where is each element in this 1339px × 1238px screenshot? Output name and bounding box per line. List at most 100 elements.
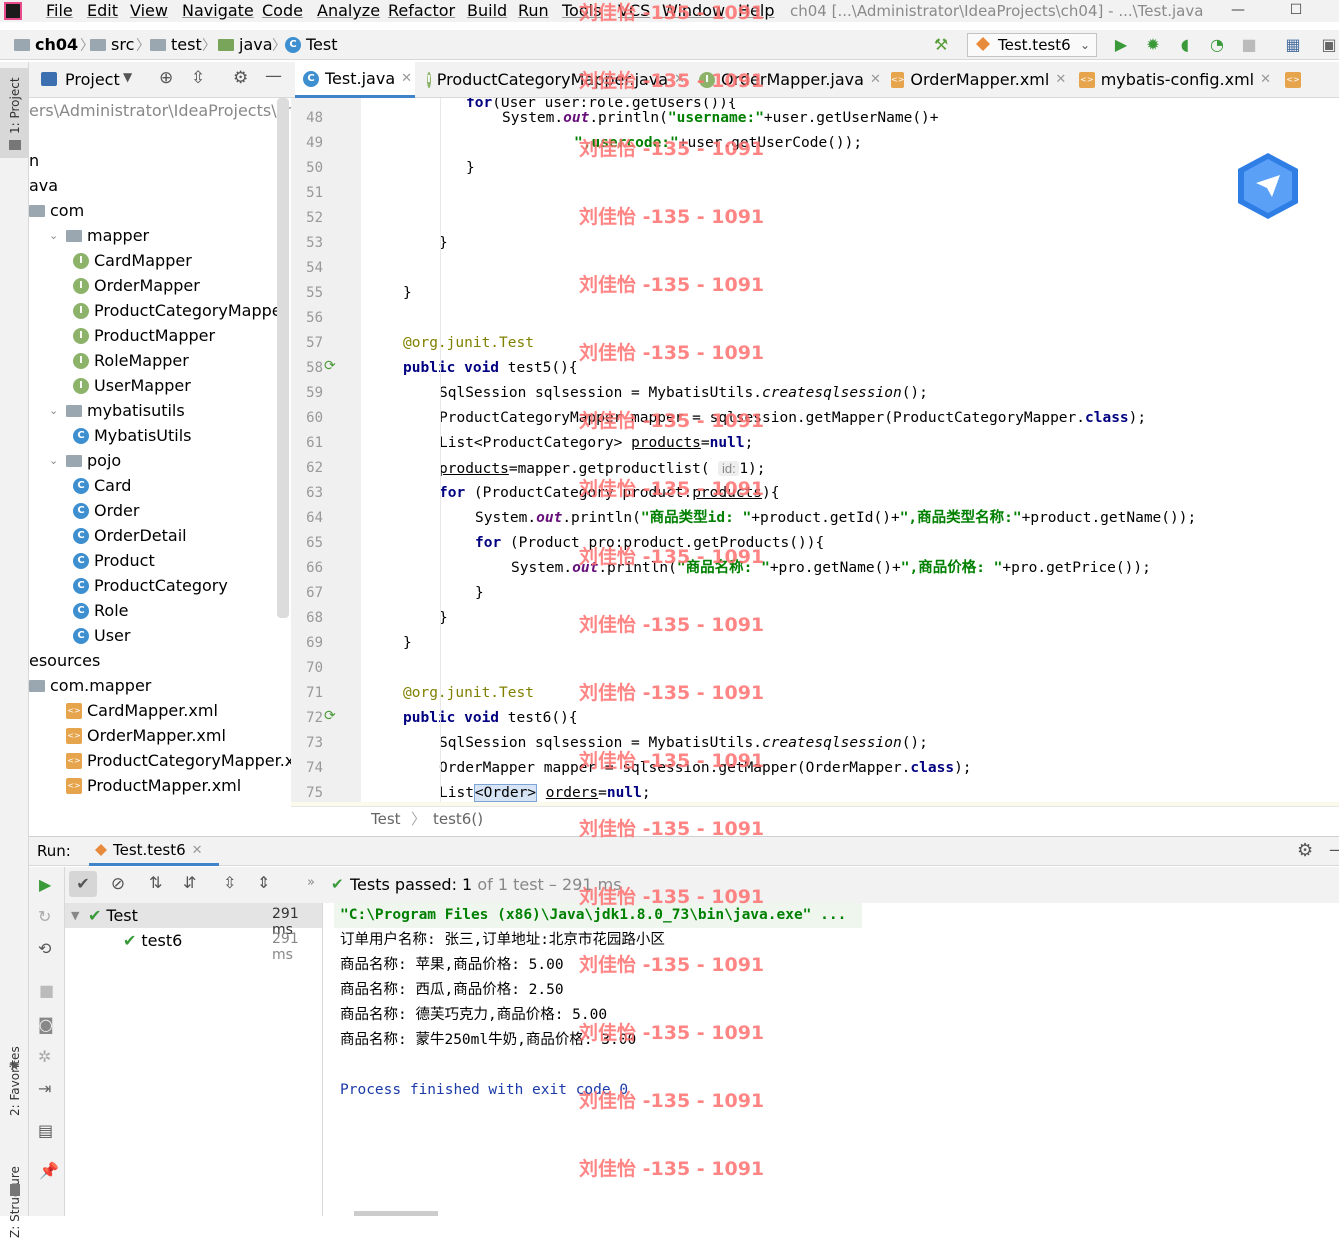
tree-item[interactable]: I ProductCategoryMapper — [73, 298, 288, 323]
menu-file[interactable]: File — [46, 0, 73, 22]
rerun-failed-icon[interactable]: ↻ — [38, 907, 51, 926]
breadcrumb-test[interactable]: test — [150, 35, 202, 55]
tree-item[interactable]: I ProductMapper — [73, 323, 215, 348]
close-icon[interactable]: ✕ — [1260, 62, 1271, 98]
tree-item[interactable]: <>ProductCategoryMapper.xml — [49, 748, 291, 773]
stop-icon[interactable]: ■ — [39, 981, 54, 1000]
maximize-icon[interactable]: ☐ — [1288, 2, 1304, 18]
menu-refactor[interactable]: Refactor — [388, 0, 455, 22]
tree-item[interactable]: C OrderDetail — [73, 523, 187, 548]
build-hammer-icon[interactable]: ⚒ — [930, 35, 952, 55]
app-badge-icon[interactable] — [1236, 151, 1300, 221]
test-node-test6[interactable]: ✔ test6 — [123, 928, 182, 953]
test-node-root[interactable]: ▼ ✔ Test — [71, 903, 138, 928]
menu-navigate[interactable]: Navigate — [182, 0, 254, 22]
tab-test-java[interactable]: C Test.java ✕ — [295, 62, 415, 98]
menu-code[interactable]: Code — [262, 0, 303, 22]
pin-icon[interactable]: 📌 — [39, 1161, 59, 1180]
tree-item[interactable]: C User — [73, 623, 130, 648]
tree-item[interactable]: I UserMapper — [73, 373, 191, 398]
tree-item[interactable]: <> CardMapper.xml — [49, 698, 218, 723]
close-icon[interactable]: ✕ — [192, 843, 203, 858]
sdk-icon[interactable]: ▣ — [1318, 35, 1339, 55]
run-tab[interactable]: Test.test6 ✕ — [89, 837, 219, 866]
run-test-gutter-icon[interactable]: ⟳ — [324, 708, 336, 724]
show-passed-icon[interactable]: ✔ — [69, 871, 97, 897]
tree-item[interactable]: I OrderMapper — [73, 273, 200, 298]
expand-all-icon[interactable]: ⇳ — [223, 873, 236, 892]
debug-icon[interactable]: ✹ — [1142, 35, 1164, 55]
menu-run[interactable]: Run — [518, 0, 549, 22]
breadcrumb-java[interactable]: java — [218, 35, 273, 55]
crumb-class[interactable]: Test — [371, 807, 401, 831]
tab-overflow[interactable]: <> — [1277, 62, 1307, 98]
console-output[interactable]: "C:\Program Files (x86)\Java\jdk1.8.0_73… — [324, 903, 1339, 1216]
profile-icon[interactable]: ◔ — [1206, 35, 1228, 55]
close-icon[interactable]: ✕ — [870, 62, 881, 98]
chevron-down-icon[interactable]: ▼ — [123, 70, 132, 84]
tree-item[interactable]: C ProductCategory — [73, 573, 228, 598]
breadcrumb-file[interactable]: C Test — [285, 35, 338, 55]
breadcrumb-project[interactable]: ch04 — [14, 35, 78, 55]
rerun-icon[interactable]: ▶ — [39, 875, 51, 894]
layout-icon[interactable]: ▤ — [38, 1121, 53, 1140]
stop-icon[interactable]: ■ — [1238, 35, 1260, 55]
tree-item[interactable]: com — [29, 198, 84, 223]
tree-item[interactable]: C Card — [73, 473, 131, 498]
console-hscrollbar[interactable] — [354, 1211, 438, 1216]
project-view-select[interactable]: Project — [65, 70, 120, 89]
tab-ordermapper-xml[interactable]: <> OrderMapper.xml ✕ — [883, 62, 1066, 98]
breadcrumb-src[interactable]: src — [90, 35, 134, 55]
editor-gutter: 48 49 50 51 52 53 54 55 56 57 58 59 60 61 62 63 64 65 66 67… — [291, 98, 361, 802]
menu-analyze[interactable]: Analyze — [317, 0, 380, 22]
hide-panel-icon[interactable]: — — [265, 66, 282, 86]
code-editor[interactable]: for(User user:role.getUsers()){ System.o… — [361, 98, 1339, 802]
tree-item[interactable]: <> ProductMapper.xml — [49, 773, 241, 798]
tree-item[interactable]: C Order — [73, 498, 139, 523]
collapse-all-icon[interactable]: ⇳ — [191, 68, 205, 88]
tree-item[interactable]: I CardMapper — [73, 248, 192, 273]
tree-item[interactable]: ⌄ pojo — [49, 448, 121, 473]
tree-item[interactable]: ⌄ mybatisutils — [49, 398, 185, 423]
tree-item[interactable]: C MybatisUtils — [73, 423, 192, 448]
project-scrollbar[interactable] — [277, 98, 289, 618]
menu-build[interactable]: Build — [467, 0, 507, 22]
favorites-tool-label[interactable]: 2: Favorites — [8, 1046, 22, 1116]
run-configuration-select[interactable]: Test.test6 ⌄ — [967, 33, 1097, 57]
tree-item[interactable]: esources — [29, 648, 100, 673]
tree-item[interactable]: ⌄ mapper — [49, 223, 149, 248]
close-icon[interactable]: ✕ — [401, 61, 412, 97]
sort-alpha-icon[interactable]: ⇅ — [149, 873, 162, 892]
toggle-autotest-icon[interactable]: ⟲ — [38, 939, 51, 958]
tree-item[interactable]: ava — [29, 173, 58, 198]
run-test-gutter-icon[interactable]: ⟳ — [324, 358, 336, 374]
tree-item[interactable]: C Role — [73, 598, 128, 623]
sort-duration-icon[interactable]: ⇵ — [183, 873, 196, 892]
project-structure-icon[interactable]: ▦ — [1282, 35, 1304, 55]
tree-item[interactable]: n — [29, 148, 39, 173]
gear-icon[interactable]: ⚙ — [1297, 840, 1313, 861]
collapse-all-icon[interactable]: ⇕ — [257, 873, 270, 892]
more-icon[interactable]: » — [307, 875, 315, 890]
structure-tool-label[interactable]: Z: Structure — [8, 1166, 22, 1238]
show-ignored-icon[interactable]: ⊘ — [105, 871, 131, 897]
run-icon[interactable]: ▶ — [1110, 35, 1132, 55]
crumb-method[interactable]: test6() — [433, 807, 483, 831]
menu-edit[interactable]: Edit — [87, 0, 118, 22]
minimize-icon[interactable]: — — [1230, 2, 1246, 18]
tree-item[interactable]: C Product — [73, 548, 155, 573]
close-icon[interactable]: ✕ — [1055, 62, 1066, 98]
hide-panel-icon[interactable]: — — [1329, 840, 1339, 860]
tree-item[interactable]: <> OrderMapper.xml — [49, 723, 226, 748]
gear-icon[interactable]: ⚙ — [233, 68, 248, 88]
coverage-icon[interactable]: ◖ — [1174, 35, 1196, 55]
menu-view[interactable]: View — [130, 0, 168, 22]
settings-icon[interactable]: ✲ — [38, 1047, 51, 1066]
camera-icon[interactable]: ◙ — [38, 1015, 54, 1034]
tree-item[interactable]: I RoleMapper — [73, 348, 189, 373]
locate-icon[interactable]: ⊕ — [159, 68, 173, 88]
export-icon[interactable]: ⇥ — [38, 1079, 51, 1098]
project-tool-label[interactable]: 1: Project — [8, 77, 22, 134]
tab-mybatis-config-xml[interactable]: <> mybatis-config.xml ✕ — [1071, 62, 1271, 98]
tree-item[interactable]: com.mapper — [29, 673, 151, 698]
